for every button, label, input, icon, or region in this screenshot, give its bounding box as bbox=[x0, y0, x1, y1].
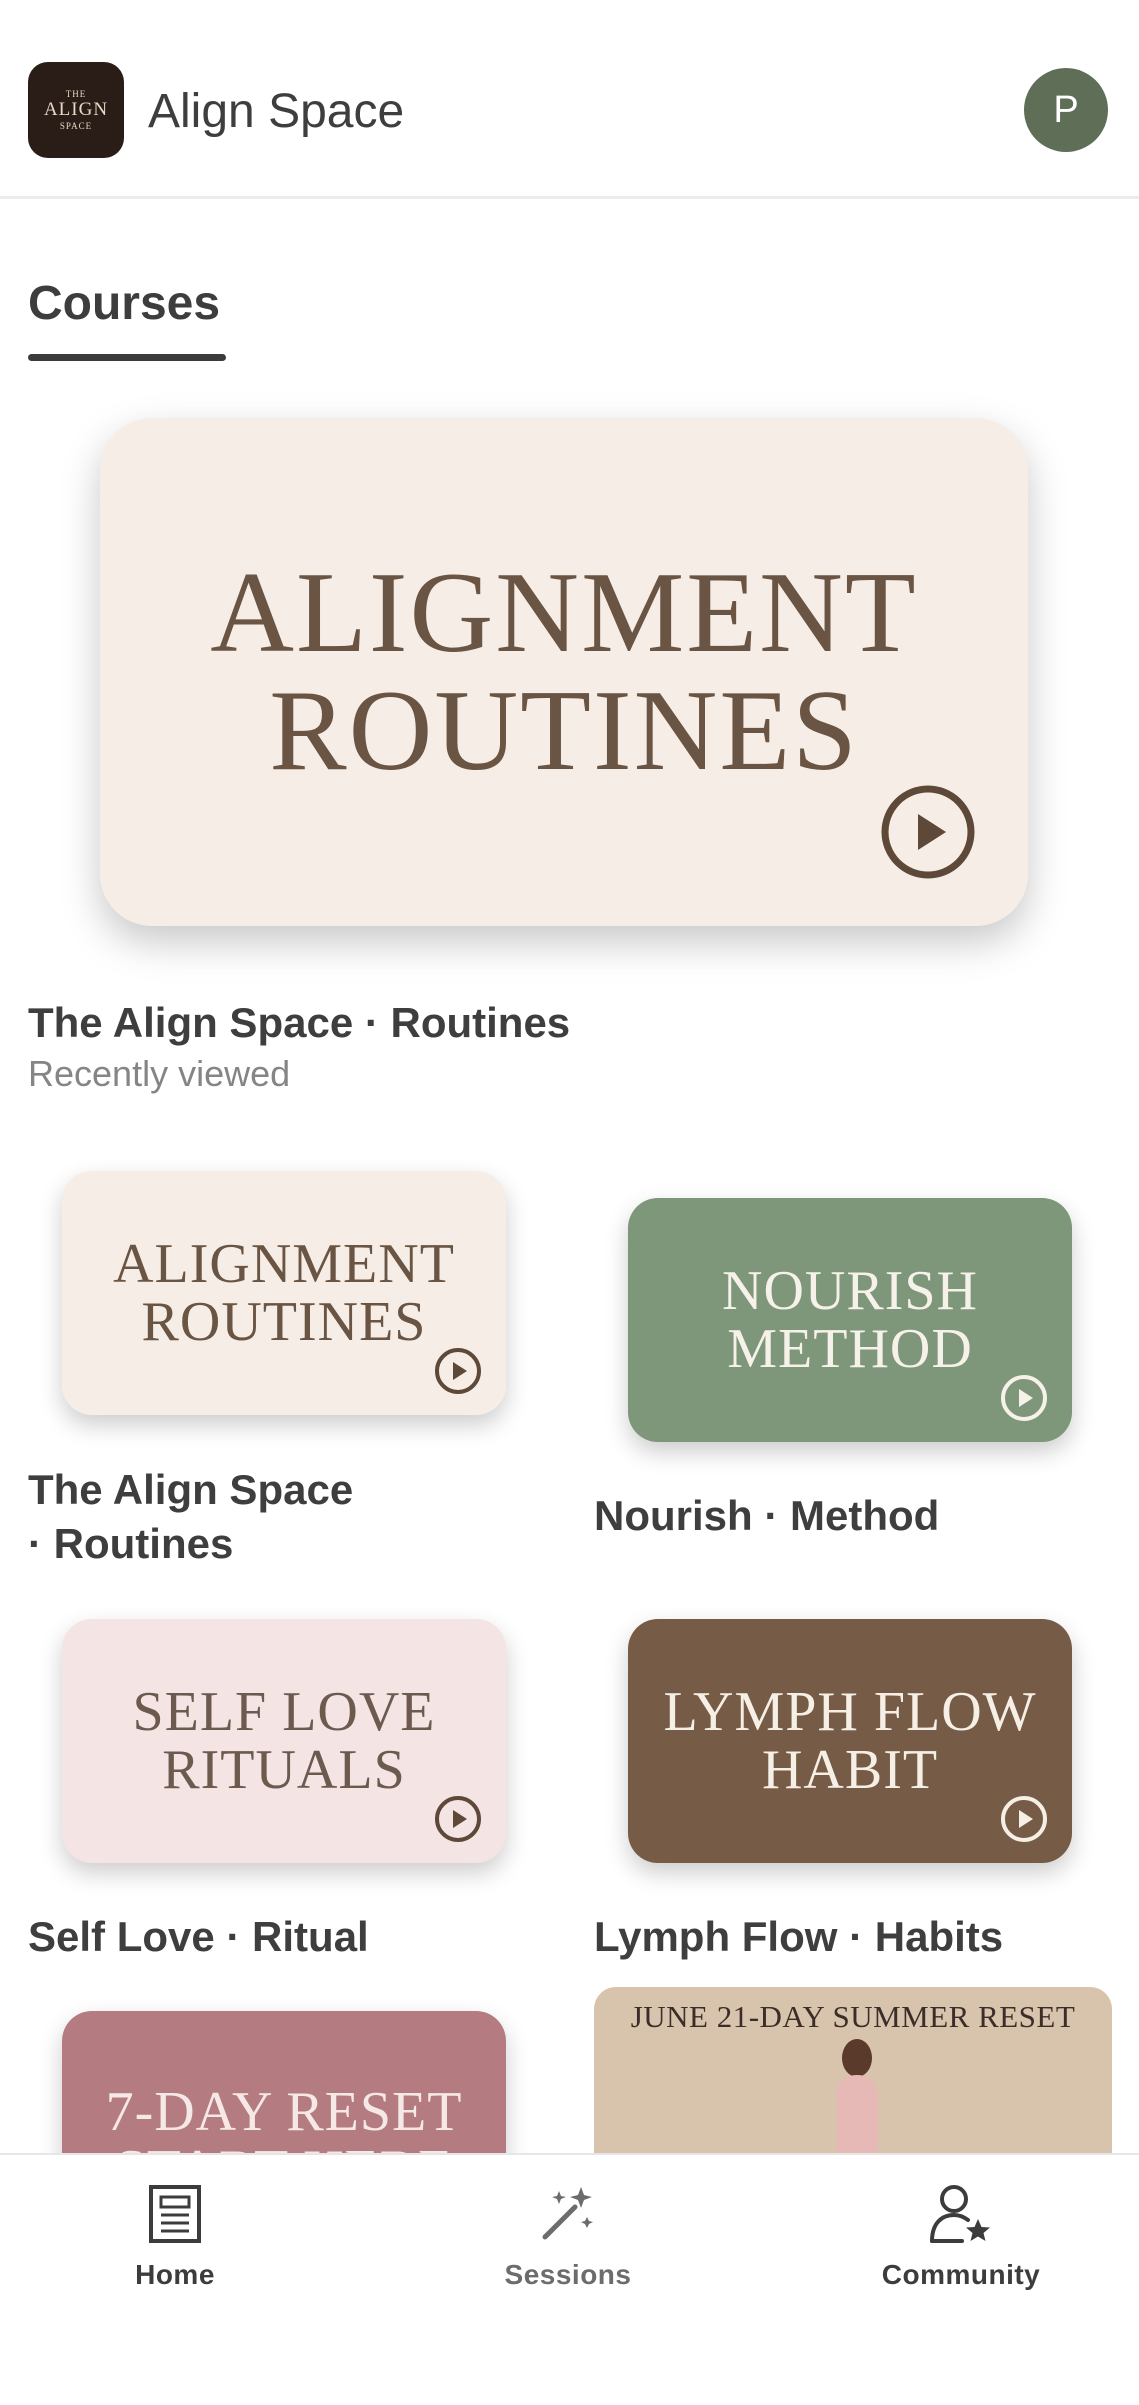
thumbnail-title-line: SELF LOVE bbox=[132, 1681, 436, 1743]
thumbnail-title-line: ROUTINES bbox=[269, 667, 859, 795]
nav-community[interactable]: Community bbox=[841, 2183, 1081, 2291]
document-icon bbox=[149, 2185, 201, 2243]
thumbnail-title-line: HABIT bbox=[761, 1739, 939, 1801]
avatar[interactable]: P bbox=[1024, 68, 1108, 152]
featured-course-subtitle: Recently viewed bbox=[28, 1053, 291, 1094]
course-thumbnail-lymph-flow-habit[interactable]: LYMPH FLOW HABIT bbox=[628, 1619, 1072, 1863]
magic-wand-icon bbox=[542, 2187, 593, 2240]
thumbnail-title-line: RITUALS bbox=[162, 1739, 406, 1801]
app-header: THE ALIGN SPACE Align Space P bbox=[0, 0, 1139, 199]
user-star-icon bbox=[930, 2185, 990, 2243]
app-logo[interactable]: THE ALIGN SPACE bbox=[28, 62, 124, 158]
nav-label: Sessions bbox=[504, 2259, 632, 2290]
featured-course-title[interactable]: The Align Space · Routines bbox=[28, 996, 570, 1050]
course-title-alignment-routines[interactable]: The Align Space · Routines bbox=[28, 1463, 353, 1571]
course-thumbnail-nourish-method[interactable]: NOURISH METHOD bbox=[628, 1198, 1072, 1442]
course-title-line: The Align Space bbox=[28, 1466, 354, 1513]
course-title-self-love-ritual[interactable]: Self Love · Ritual bbox=[28, 1910, 369, 1964]
thumbnail-title-line: ALIGNMENT bbox=[210, 549, 918, 677]
play-icon[interactable] bbox=[880, 784, 976, 880]
thumbnail-title-line: NOURISH bbox=[722, 1260, 978, 1322]
play-icon[interactable] bbox=[434, 1795, 482, 1843]
course-title-lymph-flow-habits[interactable]: Lymph Flow · Habits bbox=[594, 1910, 1003, 1964]
logo-text-top: THE bbox=[65, 89, 87, 99]
thumbnail-title-line: ALIGNMENT bbox=[113, 1233, 455, 1295]
tab-active-indicator bbox=[28, 354, 226, 361]
nav-label: Community bbox=[881, 2259, 1041, 2290]
thumbnail-title-line: METHOD bbox=[727, 1318, 973, 1380]
app-title: Align Space bbox=[148, 85, 405, 138]
featured-course-thumbnail[interactable]: ALIGNMENT ROUTINES bbox=[100, 418, 1028, 926]
thumbnail-title-line: ROUTINES bbox=[141, 1291, 427, 1353]
play-icon[interactable] bbox=[1000, 1374, 1048, 1422]
tab-courses[interactable]: Courses bbox=[28, 276, 220, 332]
course-thumbnail-alignment-routines[interactable]: ALIGNMENT ROUTINES bbox=[62, 1171, 506, 1415]
play-icon[interactable] bbox=[1000, 1795, 1048, 1843]
nav-home[interactable]: Home bbox=[55, 2183, 295, 2291]
course-title-nourish-method[interactable]: Nourish · Method bbox=[594, 1489, 939, 1543]
logo-text-bottom: SPACE bbox=[59, 121, 93, 131]
nav-sessions[interactable]: Sessions bbox=[448, 2183, 688, 2291]
course-title-line: · Routines bbox=[28, 1520, 234, 1567]
play-icon[interactable] bbox=[434, 1347, 482, 1395]
nav-label: Home bbox=[135, 2259, 215, 2290]
thumbnail-title-line: 7-DAY RESET bbox=[105, 2081, 463, 2143]
thumbnail-title-line: JUNE 21-DAY SUMMER RESET bbox=[630, 1999, 1076, 2034]
bottom-navigation: Home Sessions Community bbox=[0, 2153, 1139, 2405]
thumbnail-title-line: LYMPH FLOW bbox=[663, 1681, 1037, 1743]
figure-head bbox=[842, 2039, 872, 2077]
course-thumbnail-self-love-rituals[interactable]: SELF LOVE RITUALS bbox=[62, 1619, 506, 1863]
logo-text-main: ALIGN bbox=[43, 99, 109, 120]
